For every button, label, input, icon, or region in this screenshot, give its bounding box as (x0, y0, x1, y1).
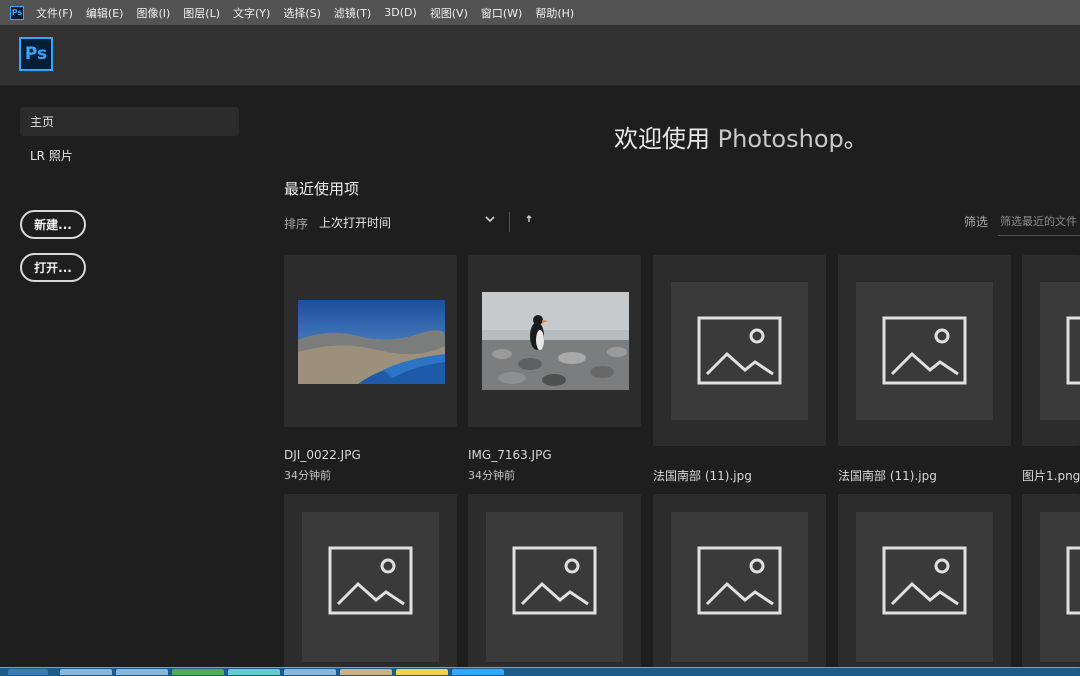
menu-window[interactable]: 窗口(W) (481, 5, 522, 21)
menu-select[interactable]: 选择(S) (283, 5, 321, 21)
menu-view[interactable]: 视图(V) (430, 5, 468, 21)
recent-file-card[interactable] (838, 255, 1011, 446)
recent-file-card[interactable] (284, 494, 457, 667)
welcome-suffix: 。 (843, 125, 868, 153)
thumbnail-placeholder (671, 512, 808, 662)
image-placeholder-icon (1066, 316, 1080, 385)
recent-file-name[interactable]: DJI_0022.JPG (284, 448, 361, 462)
menu-help[interactable]: 帮助(H) (535, 5, 574, 21)
thumbnail-placeholder (302, 512, 439, 662)
taskbar-app-icon[interactable] (284, 669, 336, 675)
taskbar-app-icon[interactable] (228, 669, 280, 675)
taskbar-app-icon[interactable] (396, 669, 448, 675)
welcome-brand: Photoshop (717, 125, 844, 153)
image-placeholder-icon (1066, 546, 1080, 615)
recent-file-card[interactable] (1022, 494, 1080, 667)
menu-edit[interactable]: 编辑(E) (86, 5, 124, 21)
landscape-thumbnail (298, 300, 445, 384)
taskbar-photoshop-icon[interactable] (452, 669, 504, 675)
recent-file-time: 34分钟前 (468, 469, 515, 482)
taskbar-app-icon[interactable] (60, 669, 112, 675)
taskbar-app-icon[interactable] (172, 669, 224, 675)
thumbnail-placeholder (671, 282, 808, 420)
recent-files-title: 最近使用项 (284, 180, 360, 198)
new-button[interactable]: 新建... (20, 210, 86, 239)
recent-file-card[interactable] (653, 255, 826, 446)
recent-file-card[interactable] (838, 494, 1011, 667)
recent-file-card[interactable] (468, 494, 641, 667)
image-placeholder-icon (697, 546, 782, 615)
menu-filter[interactable]: 滤镜(T) (334, 5, 371, 21)
sort-dropdown[interactable]: 上次打开时间 (319, 214, 391, 231)
sort-label: 排序 (284, 217, 309, 231)
thumbnail-placeholder (856, 512, 993, 662)
recent-file-card[interactable] (653, 494, 826, 667)
chevron-down-icon[interactable] (484, 213, 496, 228)
taskbar-app-icon[interactable] (340, 669, 392, 675)
sidebar-item-home[interactable]: 主页 (20, 107, 239, 136)
image-placeholder-icon (697, 316, 782, 385)
menu-image[interactable]: 图像(I) (136, 5, 170, 21)
thumbnail-placeholder (1040, 282, 1080, 420)
image-placeholder-icon (512, 546, 597, 615)
photoshop-logo: Ps (19, 37, 53, 71)
menu-bar: Ps 文件(F) 编辑(E) 图像(I) 图层(L) 文字(Y) 选择(S) 滤… (0, 0, 1080, 25)
recent-file-name[interactable]: 图片1.png (1022, 467, 1080, 484)
thumbnail-placeholder (1040, 512, 1080, 662)
recent-file-name[interactable]: IMG_7163.JPG (468, 448, 552, 462)
recent-file-name[interactable]: 法国南部 (11).jpg (838, 467, 937, 484)
recent-file-time: 34分钟前 (284, 469, 331, 482)
thumbnail-placeholder (856, 282, 993, 420)
arrow-up-icon[interactable] (523, 213, 535, 228)
recent-file-card[interactable] (468, 255, 641, 427)
filter-label: 筛选 (964, 215, 989, 229)
menu-type[interactable]: 文字(Y) (233, 5, 270, 21)
welcome-prefix: 欢迎使用 (614, 125, 718, 153)
photoshop-app-icon[interactable]: Ps (10, 5, 24, 20)
open-button[interactable]: 打开... (20, 253, 86, 282)
image-placeholder-icon (882, 316, 967, 385)
recent-file-card[interactable] (1022, 255, 1080, 446)
penguin-thumbnail (482, 292, 629, 390)
home-top-bar: Ps (0, 25, 1080, 86)
thumbnail-placeholder (486, 512, 623, 662)
filter-input[interactable] (998, 208, 1080, 236)
image-placeholder-icon (328, 546, 413, 615)
image-placeholder-icon (882, 546, 967, 615)
taskbar-app-icon[interactable] (116, 669, 168, 675)
menu-file[interactable]: 文件(F) (36, 5, 73, 21)
recent-file-name[interactable]: 法国南部 (11).jpg (653, 467, 752, 484)
home-sidebar: 主页 LR 照片 新建... 打开... (0, 86, 260, 666)
sidebar-item-lr-photos[interactable]: LR 照片 (20, 141, 239, 170)
menu-3d[interactable]: 3D(D) (384, 6, 417, 19)
welcome-heading: 欢迎使用 Photoshop。 (614, 119, 868, 154)
menu-layer[interactable]: 图层(L) (183, 5, 220, 21)
sort-divider (509, 212, 510, 232)
start-button-icon[interactable] (8, 669, 48, 675)
recent-file-card[interactable] (284, 255, 457, 427)
